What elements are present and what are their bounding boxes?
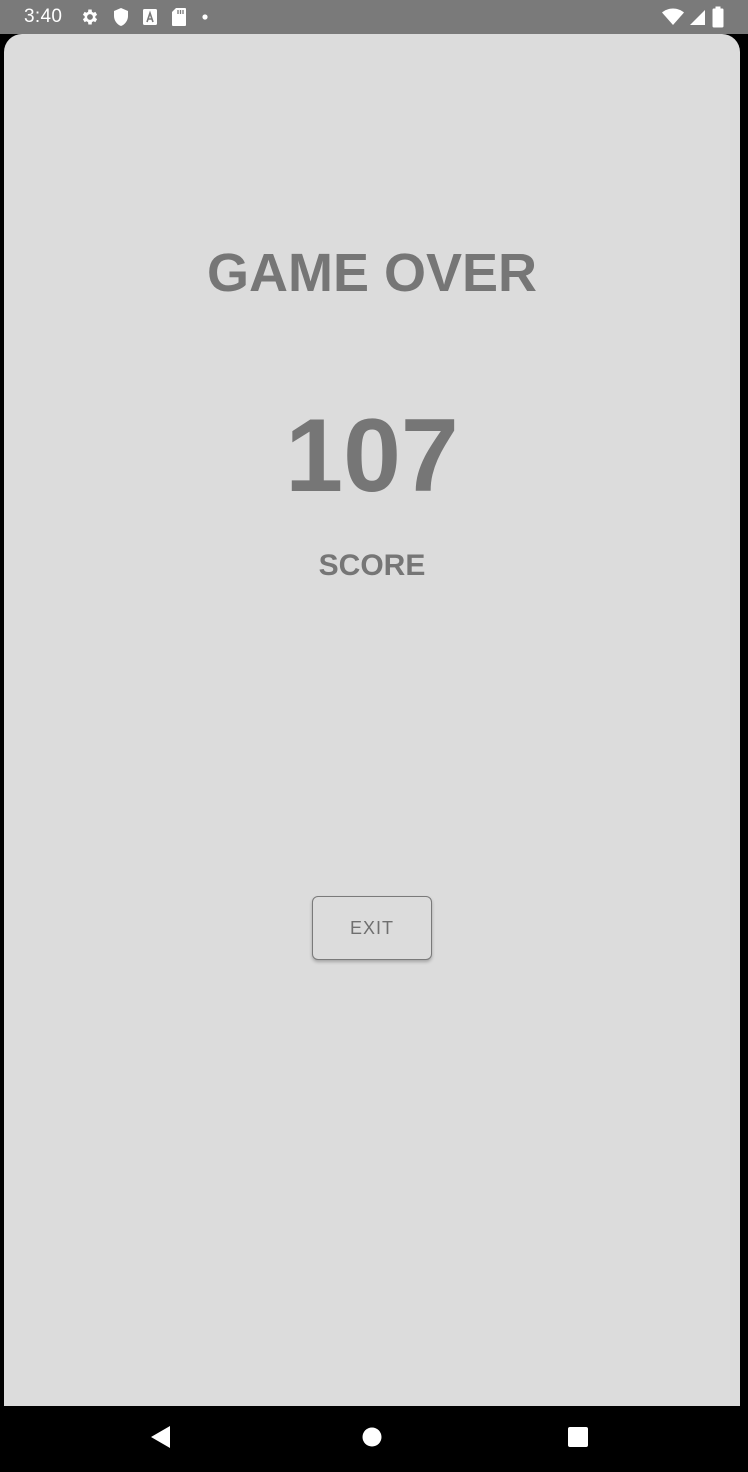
device-frame: 3:40 GAME OVER 107 SCORE EXIT <box>0 0 748 1472</box>
status-time: 3:40 <box>24 6 63 27</box>
dot-icon <box>200 12 210 22</box>
status-notification-icons <box>80 7 210 27</box>
game-over-screen: GAME OVER 107 SCORE EXIT <box>4 34 740 1406</box>
exit-button[interactable]: EXIT <box>312 896 432 960</box>
shield-icon <box>113 7 129 27</box>
recents-icon <box>567 1426 589 1453</box>
home-button[interactable] <box>357 1426 387 1452</box>
back-button[interactable] <box>146 1425 176 1454</box>
wifi-icon <box>662 8 684 26</box>
gear-icon <box>80 7 100 27</box>
game-over-title: GAME OVER <box>206 243 538 303</box>
status-system-icons <box>662 6 724 28</box>
cell-signal-icon <box>690 8 706 26</box>
recents-button[interactable] <box>563 1426 593 1452</box>
sd-card-icon <box>171 7 187 27</box>
exit-button-label: EXIT <box>349 917 394 938</box>
status-bar: 3:40 <box>0 0 748 34</box>
font-a-icon <box>142 8 158 26</box>
score-value: 107 <box>285 398 459 514</box>
home-icon <box>361 1426 383 1453</box>
score-label: SCORE <box>318 549 426 582</box>
back-icon <box>150 1425 172 1454</box>
battery-icon <box>712 6 724 28</box>
navigation-bar <box>0 1406 748 1472</box>
